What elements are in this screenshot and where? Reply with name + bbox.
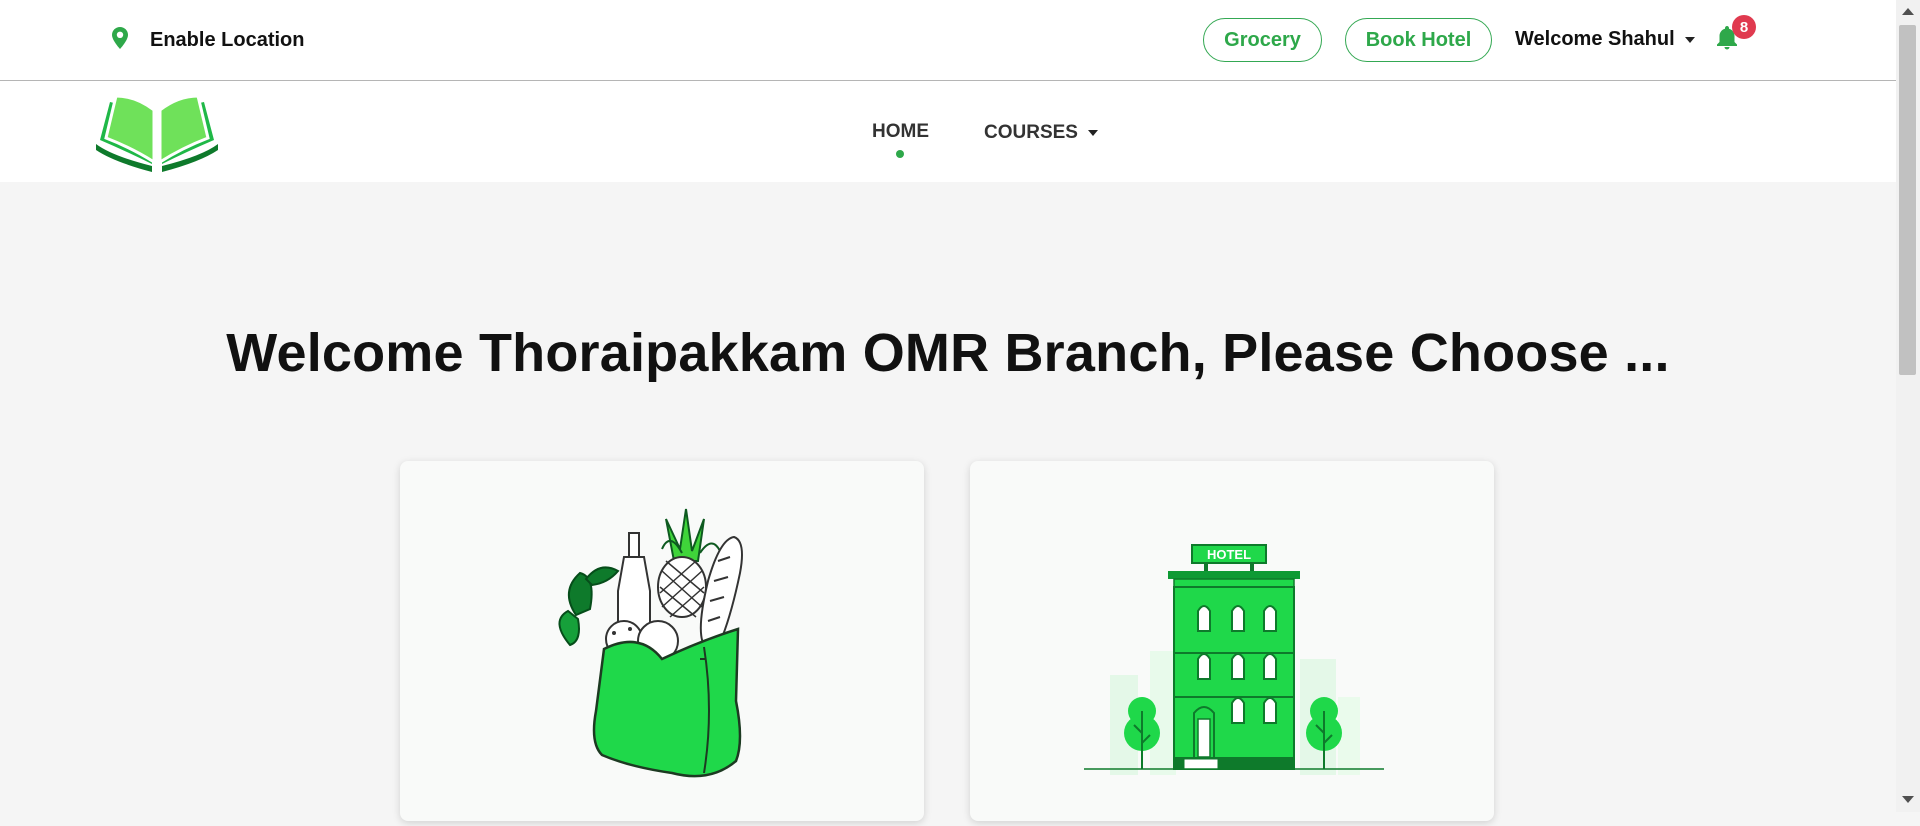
top-bar: Enable Location Grocery Book Hotel Welco… — [0, 0, 1896, 81]
enable-location-link[interactable]: Enable Location — [112, 27, 304, 54]
book-logo[interactable] — [94, 88, 220, 181]
scroll-up-arrow-icon[interactable] — [1902, 8, 1914, 15]
grocery-bag-illustration — [558, 508, 743, 778]
nav-home-link[interactable]: HOME — [872, 121, 929, 143]
user-menu-dropdown[interactable]: Welcome Shahul — [1515, 28, 1695, 51]
scrollbar-thumb[interactable] — [1899, 25, 1916, 375]
hotel-illustration: HOTEL — [1084, 544, 1384, 775]
welcome-user-label: Welcome Shahul — [1515, 28, 1675, 50]
hotel-card[interactable]: HOTEL — [970, 461, 1494, 821]
nav-courses-dropdown[interactable]: COURSES — [984, 122, 1098, 144]
page-title: Welcome Thoraipakkam OMR Branch, Please … — [226, 323, 1670, 383]
grocery-card[interactable] — [400, 461, 924, 821]
nav-courses-label: COURSES — [984, 122, 1078, 143]
map-pin-icon — [112, 27, 128, 54]
notification-count-badge: 8 — [1732, 15, 1756, 39]
enable-location-label: Enable Location — [150, 29, 305, 51]
main-nav-bar: HOME COURSES — [0, 81, 1896, 182]
active-nav-indicator — [896, 150, 904, 158]
book-hotel-button[interactable]: Book Hotel — [1345, 18, 1492, 62]
scroll-down-arrow-icon[interactable] — [1902, 796, 1914, 803]
hotel-sign-text: HOTEL — [1207, 547, 1251, 562]
chevron-down-icon — [1684, 36, 1695, 43]
grocery-button[interactable]: Grocery — [1203, 18, 1322, 62]
chevron-down-icon — [1087, 130, 1098, 136]
page-scrollbar[interactable] — [1896, 0, 1920, 812]
